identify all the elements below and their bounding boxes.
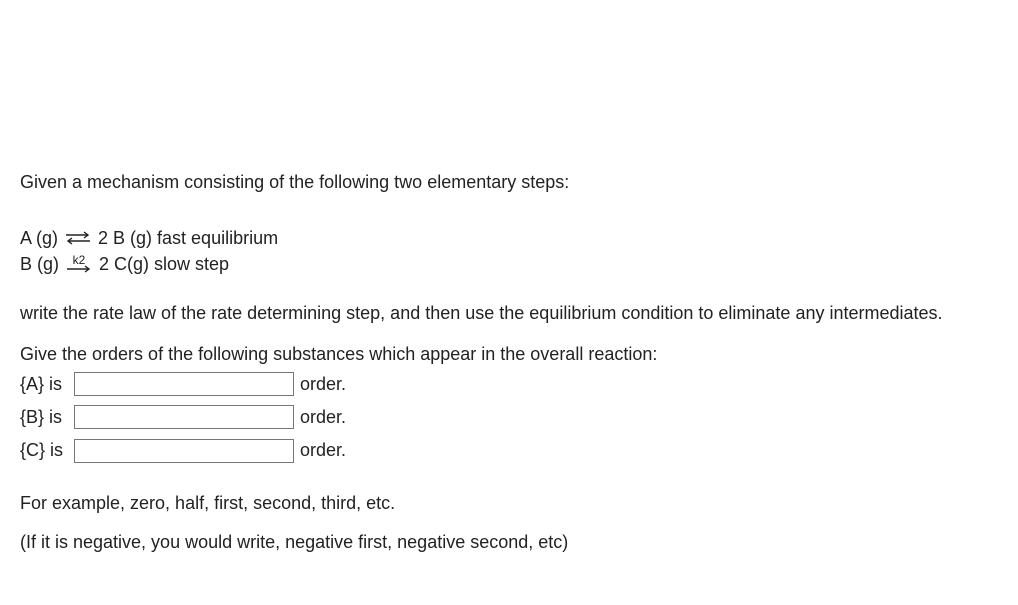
order-A-suffix: order. (300, 372, 346, 397)
order-B-label: {B} is (20, 405, 68, 430)
rate-law-instruction: write the rate law of the rate determini… (20, 301, 998, 326)
example-line: For example, zero, half, first, second, … (20, 491, 998, 516)
mechanism-step-2: B (g) k2 2 C(g) slow step (20, 251, 998, 277)
step1-rhs: 2 B (g) fast equilibrium (98, 226, 278, 251)
mechanism-step-1: A (g) 2 B (g) fast equilibrium (20, 225, 998, 251)
equilibrium-arrow-icon (64, 228, 92, 248)
order-C-label: {C} is (20, 438, 68, 463)
order-C-suffix: order. (300, 438, 346, 463)
step2-lhs: B (g) (20, 252, 59, 277)
rate-arrow-icon: k2 (65, 253, 93, 275)
order-row-A: {A} is order. (20, 372, 998, 397)
order-row-C: {C} is order. (20, 438, 998, 463)
step2-k-label: k2 (73, 256, 86, 266)
order-A-input[interactable] (74, 372, 294, 396)
step2-rhs: 2 C(g) slow step (99, 252, 229, 277)
order-prompt: Give the orders of the following substan… (20, 342, 998, 367)
question-page: Given a mechanism consisting of the foll… (0, 0, 1018, 556)
intro-text: Given a mechanism consisting of the foll… (20, 170, 998, 195)
order-C-input[interactable] (74, 439, 294, 463)
order-B-input[interactable] (74, 405, 294, 429)
order-row-B: {B} is order. (20, 405, 998, 430)
negative-line: (If it is negative, you would write, neg… (20, 530, 998, 555)
step1-lhs: A (g) (20, 226, 58, 251)
order-A-label: {A} is (20, 372, 68, 397)
order-B-suffix: order. (300, 405, 346, 430)
